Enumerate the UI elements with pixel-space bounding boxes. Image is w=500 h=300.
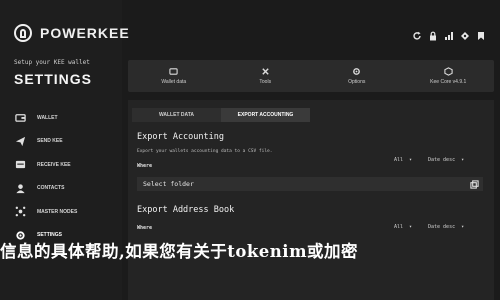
- chevron-down-icon: ▾: [409, 224, 413, 230]
- sidebar-item-label: SEND KEE: [37, 138, 63, 145]
- tab-wallet-data[interactable]: Wallet data: [128, 60, 220, 92]
- main-tabs: Wallet data Tools Options Kee Core v4.9.…: [128, 60, 494, 92]
- tab-label: Wallet data: [161, 79, 187, 85]
- network-icon[interactable]: [444, 31, 454, 41]
- sidebar-nav: WALLET SEND KEE RECEIVE KEE CONTACTS MAS…: [14, 106, 114, 247]
- setup-subtitle: Setup your KEE wallet: [14, 59, 90, 66]
- refresh-icon[interactable]: [412, 31, 422, 41]
- page-title: SETTINGS: [14, 71, 93, 87]
- where-label: Where: [137, 163, 153, 169]
- sidebar-item-send-kee[interactable]: SEND KEE: [14, 130, 114, 154]
- sidebar-item-label: CONTACTS: [37, 185, 65, 192]
- sidebar-item-label: MASTER NODES: [37, 208, 78, 215]
- filter-select[interactable]: All ▾: [394, 157, 412, 163]
- wallet-icon: [14, 112, 26, 124]
- powerkee-logo-icon: [14, 24, 32, 42]
- bookmark-icon[interactable]: [476, 31, 486, 41]
- master-nodes-icon: [14, 206, 26, 218]
- brand-logo: POWERKEE: [14, 24, 130, 42]
- subtab-export-accounting[interactable]: EXPORT ACCOUNTING: [221, 108, 310, 122]
- filter-select-value: All: [394, 157, 404, 163]
- sidebar-item-master-nodes[interactable]: MASTER NODES: [14, 200, 114, 224]
- kee-core-icon: [444, 67, 453, 76]
- where-label: Where: [137, 225, 153, 231]
- export-address-book-title: Export Address Book: [137, 205, 235, 215]
- overlay-caption: 信息的具体帮助,如果您有关于tokenim或加密: [0, 242, 359, 261]
- chevron-down-icon: ▾: [461, 224, 465, 230]
- tab-kee-core[interactable]: Kee Core v4.9.1: [403, 60, 495, 92]
- export-accounting-title: Export Accounting: [137, 132, 224, 142]
- filter-select[interactable]: All ▾: [394, 224, 412, 230]
- sidebar-item-label: WALLET: [37, 114, 58, 121]
- tab-options[interactable]: Options: [311, 60, 403, 92]
- select-folder-field[interactable]: Select folder: [137, 177, 483, 191]
- sort-select-value: Date desc: [428, 157, 456, 163]
- wallet-data-icon: [169, 68, 178, 75]
- sidebar-item-wallet[interactable]: WALLET: [14, 106, 114, 130]
- export-accounting-description: Export your wallets accounting data to a…: [137, 149, 273, 154]
- contacts-icon: [14, 182, 26, 194]
- tools-icon: [262, 68, 269, 75]
- subtab-wallet-data[interactable]: WALLET DATA: [132, 108, 221, 122]
- sort-select-value: Date desc: [428, 224, 456, 230]
- filter-select-value: All: [394, 224, 404, 230]
- topbar-icons: [412, 31, 486, 41]
- status-icon[interactable]: [460, 31, 470, 41]
- tab-tools[interactable]: Tools: [220, 60, 312, 92]
- sidebar-item-label: RECEIVE KEE: [37, 161, 71, 168]
- chevron-down-icon: ▾: [461, 157, 465, 163]
- brand-name: POWERKEE: [40, 25, 130, 41]
- sort-select[interactable]: Date desc ▾: [428, 157, 464, 163]
- select-folder-text: Select folder: [143, 180, 194, 188]
- settings-panel: WALLET DATA EXPORT ACCOUNTING Export Acc…: [128, 100, 494, 300]
- sidebar-item-receive-kee[interactable]: RECEIVE KEE: [14, 153, 114, 177]
- tab-label: Kee Core v4.9.1: [430, 79, 467, 85]
- send-icon: [14, 135, 26, 147]
- sidebar-item-contacts[interactable]: CONTACTS: [14, 177, 114, 201]
- lock-icon[interactable]: [428, 31, 438, 41]
- receive-icon: [14, 159, 26, 171]
- sub-tabs: WALLET DATA EXPORT ACCOUNTING: [132, 108, 310, 122]
- tab-label: Options: [348, 79, 366, 85]
- tab-label: Tools: [259, 79, 272, 85]
- options-icon: [353, 68, 361, 75]
- sort-select[interactable]: Date desc ▾: [428, 224, 464, 230]
- chevron-down-icon: ▾: [409, 157, 413, 163]
- copy-icon[interactable]: [470, 180, 479, 189]
- sidebar-item-label: SETTINGS: [37, 232, 63, 239]
